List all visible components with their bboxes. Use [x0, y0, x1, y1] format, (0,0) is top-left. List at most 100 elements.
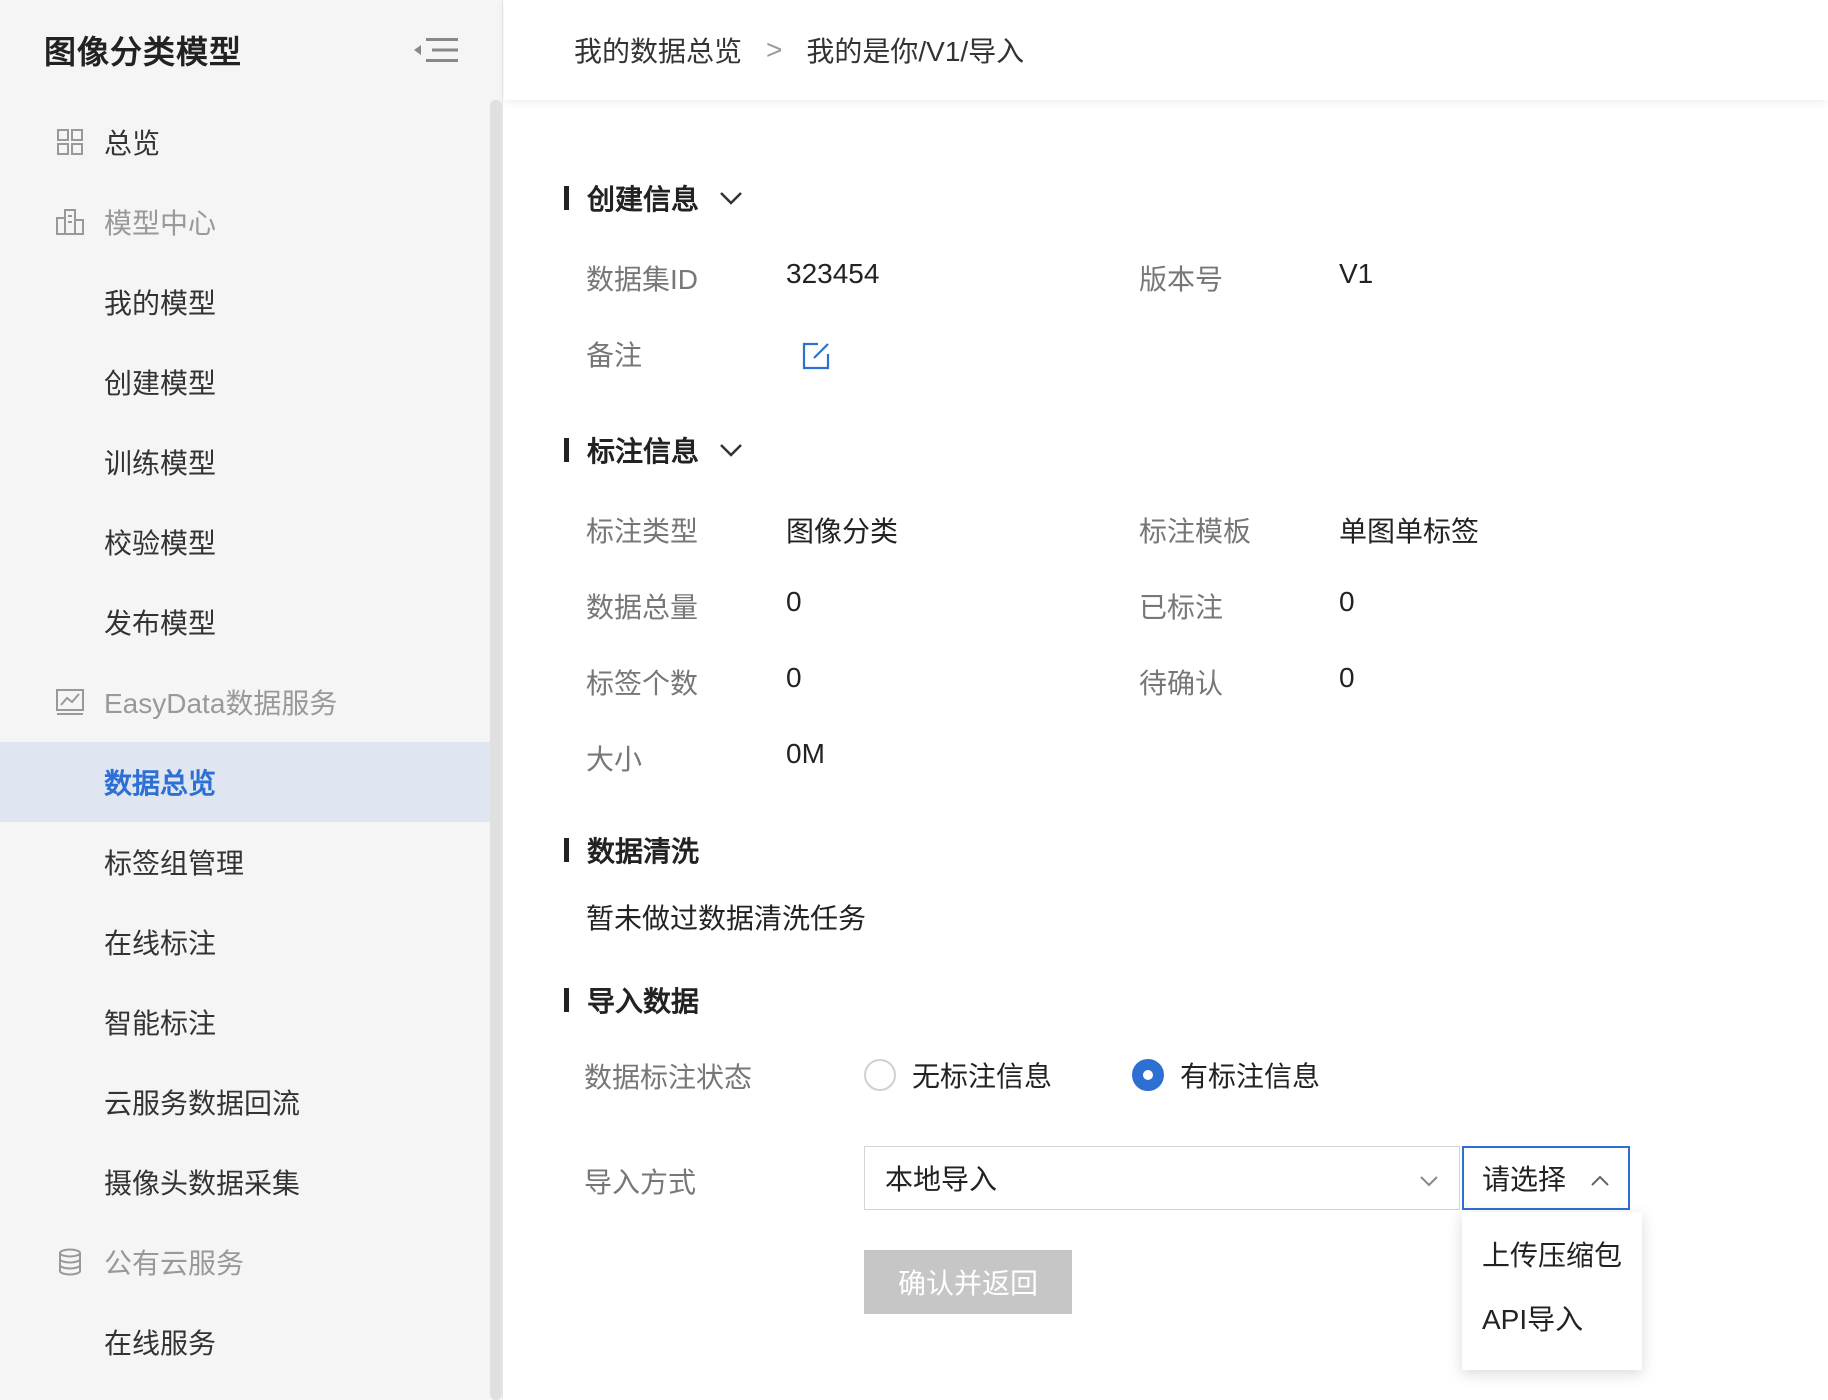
chart-icon: [48, 680, 92, 724]
sidebar-item-label: 标签组管理: [104, 848, 245, 879]
section-title: 数据清洗: [587, 836, 700, 867]
tag-count-value: 0: [786, 662, 802, 693]
dataset-id-label: 数据集ID: [586, 264, 699, 295]
sidebar-item-label: 校验模型: [104, 528, 217, 559]
sidebar-item-create-model[interactable]: 创建模型: [0, 342, 490, 422]
sidebar-item-label: 在线服务: [104, 1328, 217, 1359]
section-marker: [564, 838, 569, 862]
sidebar-item-label: 训练模型: [104, 448, 217, 479]
sidebar-menu: 总览 模型中心 我的模型 创建模型 训练模型 校验模型 发布模型 EasyDat: [0, 102, 490, 1382]
sidebar-scrollbar[interactable]: [490, 100, 502, 1400]
dataset-id-value: 323454: [786, 258, 880, 289]
section-marker: [564, 186, 569, 210]
sidebar-item-label: 我的模型: [104, 288, 217, 319]
import-method-select[interactable]: 本地导入: [864, 1146, 1460, 1210]
sidebar-item-online-service[interactable]: 在线服务: [0, 1302, 490, 1382]
sidebar-group-easydata[interactable]: EasyData数据服务: [0, 662, 490, 742]
sidebar-header: 图像分类模型: [0, 0, 502, 100]
pending-value: 0: [1339, 662, 1355, 693]
import-method-value: 本地导入: [885, 1164, 998, 1195]
section-annotation-info: 标注信息: [564, 430, 745, 470]
version-label: 版本号: [1139, 264, 1224, 295]
sidebar-item-my-models[interactable]: 我的模型: [0, 262, 490, 342]
sidebar-group-model-center[interactable]: 模型中心: [0, 182, 490, 262]
version-value: V1: [1339, 258, 1374, 289]
sidebar-item-data-overview[interactable]: 数据总览: [0, 742, 490, 822]
sidebar-item-camera-collection[interactable]: 摄像头数据采集: [0, 1142, 490, 1222]
radio-circle-selected[interactable]: [1132, 1059, 1164, 1091]
collapse-menu-icon[interactable]: [412, 30, 464, 70]
remark-label: 备注: [586, 340, 643, 371]
radio-has-annotation[interactable]: 有标注信息: [1132, 1055, 1320, 1095]
sidebar-group-public-cloud[interactable]: 公有云服务: [0, 1222, 490, 1302]
database-icon: [48, 1240, 92, 1284]
sidebar-item-publish-model[interactable]: 发布模型: [0, 582, 490, 662]
section-marker: [564, 988, 569, 1012]
section-title: 创建信息: [587, 184, 700, 215]
import-source-placeholder: 请选择: [1482, 1164, 1567, 1195]
annotation-type-value: 图像分类: [786, 516, 899, 547]
sidebar-item-label: 数据总览: [104, 768, 217, 799]
section-title: 导入数据: [587, 986, 700, 1017]
sidebar-item-train-model[interactable]: 训练模型: [0, 422, 490, 502]
sidebar-item-smart-annotation[interactable]: 智能标注: [0, 982, 490, 1062]
dropdown-option-upload-zip[interactable]: 上传压缩包: [1462, 1222, 1642, 1286]
edit-icon[interactable]: [800, 340, 836, 376]
size-label: 大小: [586, 744, 643, 775]
sidebar-item-cloud-backflow[interactable]: 云服务数据回流: [0, 1062, 490, 1142]
labeled-value: 0: [1339, 586, 1355, 617]
breadcrumb-separator: >: [766, 34, 783, 65]
cleaning-empty-text: 暂未做过数据清洗任务: [586, 903, 867, 934]
chevron-down-icon[interactable]: [717, 184, 745, 212]
annotation-type-label: 标注类型: [586, 516, 699, 547]
import-source-select[interactable]: 请选择: [1462, 1146, 1630, 1210]
sidebar: 图像分类模型 总览 模型中心 我的模型 创建模型 训练模型 校验模型 发布模型 …: [0, 0, 503, 1400]
sidebar-item-label: 创建模型: [104, 368, 217, 399]
tag-count-label: 标签个数: [586, 668, 699, 699]
chevron-down-icon: [1419, 1162, 1439, 1194]
building-icon: [48, 200, 92, 244]
sidebar-item-label: 总览: [104, 128, 161, 159]
labeled-label: 已标注: [1139, 592, 1224, 623]
annotation-template-value: 单图单标签: [1339, 516, 1480, 547]
import-source-dropdown: 上传压缩包 API导入: [1462, 1212, 1642, 1370]
sidebar-item-validate-model[interactable]: 校验模型: [0, 502, 490, 582]
section-data-cleaning: 数据清洗: [564, 830, 699, 870]
section-create-info: 创建信息: [564, 178, 745, 218]
sidebar-item-label: 模型中心: [104, 208, 217, 239]
radio-label: 无标注信息: [912, 1061, 1053, 1092]
radio-no-annotation[interactable]: 无标注信息: [864, 1055, 1052, 1095]
sidebar-item-label: 在线标注: [104, 928, 217, 959]
section-title: 标注信息: [587, 436, 700, 467]
annotation-template-label: 标注模板: [1139, 516, 1252, 547]
sidebar-item-label: 云服务数据回流: [104, 1088, 301, 1119]
sidebar-item-tag-group[interactable]: 标签组管理: [0, 822, 490, 902]
breadcrumb-current: 我的是你/V1/导入: [806, 36, 1025, 67]
sidebar-item-label: 智能标注: [104, 1008, 217, 1039]
radio-label: 有标注信息: [1180, 1061, 1321, 1092]
grid-icon: [48, 120, 92, 164]
breadcrumb: 我的数据总览 > 我的是你/V1/导入: [504, 0, 1828, 100]
sidebar-item-overview[interactable]: 总览: [0, 102, 490, 182]
chevron-up-icon: [1590, 1162, 1610, 1194]
breadcrumb-link-data-overview[interactable]: 我的数据总览: [574, 30, 742, 70]
radio-circle[interactable]: [864, 1059, 896, 1091]
total-data-label: 数据总量: [586, 592, 699, 623]
sidebar-item-label: EasyData数据服务: [104, 688, 338, 719]
section-import-data: 导入数据: [564, 980, 699, 1020]
sidebar-item-label: 公有云服务: [104, 1248, 245, 1279]
confirm-return-button[interactable]: 确认并返回: [864, 1250, 1072, 1314]
app-title: 图像分类模型: [44, 34, 243, 70]
annotation-status-label: 数据标注状态: [584, 1062, 753, 1093]
sidebar-item-online-annotation[interactable]: 在线标注: [0, 902, 490, 982]
sidebar-item-label: 发布模型: [104, 608, 217, 639]
import-method-label: 导入方式: [584, 1167, 697, 1198]
pending-label: 待确认: [1139, 668, 1224, 699]
size-value: 0M: [786, 738, 825, 769]
section-marker: [564, 438, 569, 462]
chevron-down-icon[interactable]: [717, 436, 745, 464]
dropdown-option-api-import[interactable]: API导入: [1462, 1286, 1642, 1350]
sidebar-item-label: 摄像头数据采集: [104, 1168, 301, 1199]
total-data-value: 0: [786, 586, 802, 617]
main-content: 创建信息 数据集ID 323454 版本号 V1 备注 标注信息 标注类型 图像…: [504, 100, 1828, 1400]
